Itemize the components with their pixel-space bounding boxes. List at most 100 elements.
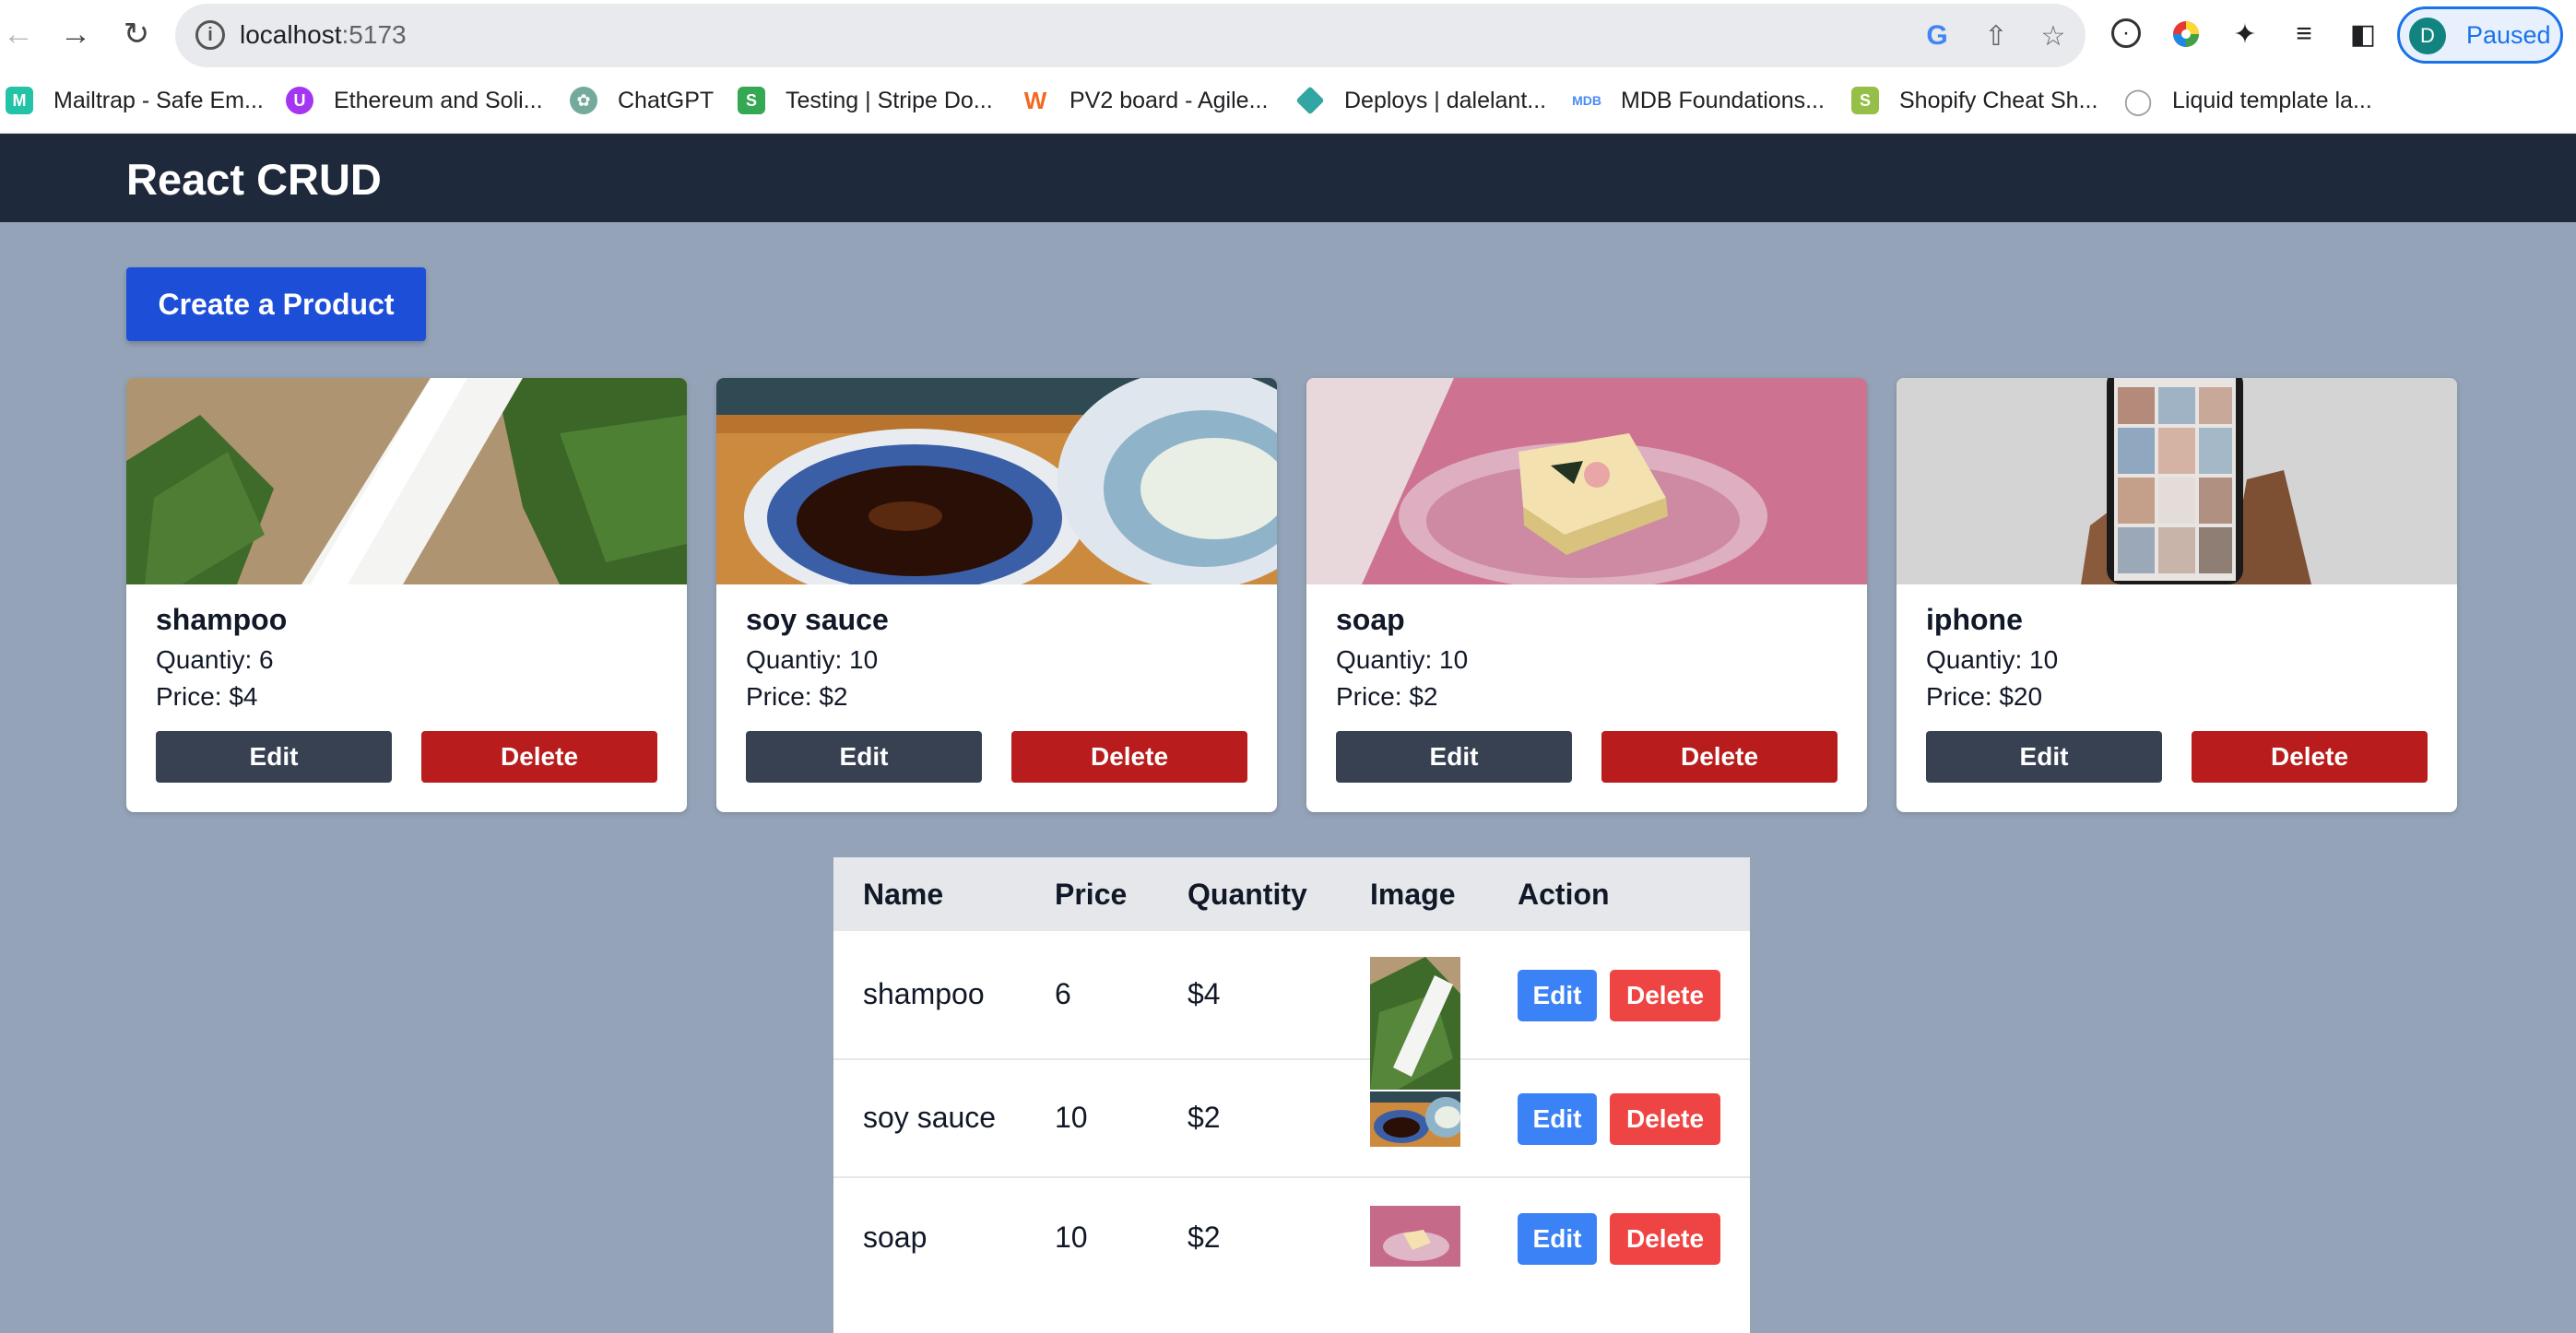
back-arrow-icon[interactable]: ←	[0, 16, 37, 53]
side-panel-icon[interactable]: ◧	[2347, 18, 2379, 50]
bookmark-item[interactable]: W PV2 board - Agile...	[1022, 82, 1269, 119]
product-card: shampoo Quantiy: 6 Price: $4 Edit Delete	[126, 378, 687, 812]
row-image-soy-sauce	[1370, 1091, 1460, 1147]
bookmark-item[interactable]: MDB MDB Foundations...	[1572, 82, 1825, 119]
app-title: React CRUD	[126, 155, 382, 204]
browser-toolbar: ← → ↻ i localhost:5173 G ⇧ ☆ · ✦ ≡ ◧ D P…	[0, 0, 2576, 71]
droplet-icon: ◯	[2123, 86, 2153, 115]
bookmark-item[interactable]: M Mailtrap - Safe Em...	[6, 82, 264, 119]
extension-code-icon[interactable]: ·	[2111, 18, 2141, 48]
app-header: React CRUD	[0, 134, 2576, 222]
product-name: iphone	[1926, 603, 2023, 636]
share-icon[interactable]: ⇧	[1980, 20, 2012, 52]
cell-quantity: $2	[1188, 1221, 1221, 1254]
products-table: Name Price Quantity Image Action shampoo…	[833, 857, 1750, 1333]
bookmark-label: Deploys | dalelant...	[1344, 87, 1547, 113]
bookmark-label: PV2 board - Agile...	[1069, 87, 1269, 113]
product-image-iphone	[1897, 378, 2457, 584]
bookmark-label: MDB Foundations...	[1621, 87, 1825, 113]
reading-list-icon[interactable]: ≡	[2288, 18, 2320, 50]
table-delete-button[interactable]: Delete	[1610, 1213, 1720, 1265]
profile-status: Paused	[2466, 21, 2551, 49]
product-quantity: Quantiy: 10	[746, 645, 879, 674]
puzzle-extensions-icon[interactable]: ✦	[2229, 18, 2261, 50]
row-image-soap	[1370, 1206, 1460, 1267]
product-name: soap	[1336, 603, 1405, 636]
bookmarks-bar: M Mailtrap - Safe Em... U Ethereum and Sol…	[0, 71, 2576, 134]
reload-icon[interactable]: ↻	[118, 16, 155, 53]
product-price: Price: $2	[746, 682, 848, 711]
table-delete-button[interactable]: Delete	[1610, 1093, 1720, 1145]
bookmark-label: Shopify Cheat Sh...	[1899, 87, 2098, 113]
cell-name: soy sauce	[863, 1101, 997, 1134]
bookmark-item[interactable]: S Testing | Stripe Do...	[738, 82, 993, 119]
profile-button[interactable]: D Paused	[2397, 6, 2563, 64]
site-info-icon[interactable]: i	[195, 20, 225, 50]
edit-button[interactable]: Edit	[156, 731, 392, 783]
product-card: soy sauce Quantiy: 10 Price: $2 Edit Del…	[716, 378, 1277, 812]
forward-arrow-icon[interactable]: →	[57, 16, 94, 53]
product-image-soy-sauce	[716, 378, 1277, 584]
product-quantity: Quantiy: 10	[1926, 645, 2059, 674]
product-quantity: Quantiy: 6	[156, 645, 274, 674]
edit-button[interactable]: Edit	[1926, 731, 2162, 783]
edit-button[interactable]: Edit	[1336, 731, 1572, 783]
product-card: iphone Quantiy: 10 Price: $20 Edit Delet…	[1897, 378, 2457, 812]
cell-price: 10	[1055, 1101, 1088, 1134]
table-edit-button[interactable]: Edit	[1518, 1093, 1597, 1145]
delete-button[interactable]: Delete	[2192, 731, 2428, 783]
column-header-quantity: Quantity	[1188, 878, 1307, 911]
cell-name: soap	[863, 1221, 928, 1254]
product-image-shampoo	[126, 378, 687, 584]
chatgpt-icon: ✿	[570, 87, 597, 114]
product-price: Price: $2	[1336, 682, 1438, 711]
table-row: shampoo 6 $4 Edit Delete	[833, 931, 1750, 1090]
product-price: Price: $4	[156, 682, 258, 711]
bookmark-label: Testing | Stripe Do...	[786, 87, 993, 113]
bookmark-star-icon[interactable]: ☆	[2038, 20, 2069, 52]
table-edit-button[interactable]: Edit	[1518, 970, 1597, 1021]
mailtrap-icon: M	[6, 87, 33, 114]
product-card: soap Quantiy: 10 Price: $2 Edit Delete	[1306, 378, 1867, 812]
color-wheel-extension-icon[interactable]	[2170, 18, 2202, 50]
bookmark-label: ChatGPT	[618, 87, 715, 113]
stripe-icon: S	[738, 87, 765, 114]
table-delete-button[interactable]: Delete	[1610, 970, 1720, 1021]
table-edit-button[interactable]: Edit	[1518, 1213, 1597, 1265]
profile-avatar: D	[2409, 18, 2446, 54]
wrike-icon: W	[1023, 86, 1047, 114]
url-port: :5173	[341, 20, 407, 49]
cell-price: 10	[1055, 1221, 1088, 1254]
delete-button[interactable]: Delete	[421, 731, 657, 783]
bookmark-item[interactable]: S Shopify Cheat Sh...	[1851, 82, 2097, 119]
cell-price: 6	[1055, 977, 1071, 1010]
edit-button[interactable]: Edit	[746, 731, 982, 783]
product-name: shampoo	[156, 603, 288, 636]
product-image-soap	[1306, 378, 1867, 584]
bookmark-label: Liquid template la...	[2172, 87, 2372, 113]
product-name: soy sauce	[746, 603, 889, 636]
bookmark-item[interactable]: Deploys | dalelant...	[1295, 82, 1547, 119]
mongodb-icon: MDB	[1572, 93, 1601, 108]
create-product-button[interactable]: Create a Product	[126, 267, 426, 341]
delete-button[interactable]: Delete	[1011, 731, 1247, 783]
address-url[interactable]: localhost:5173	[240, 20, 407, 50]
product-quantity: Quantiy: 10	[1336, 645, 1469, 674]
google-lens-icon[interactable]: G	[1921, 20, 1953, 52]
address-bar[interactable]: i localhost:5173 G ⇧ ☆	[175, 4, 2086, 67]
table-row: soap 10 $2 Edit Delete	[833, 1178, 1750, 1333]
column-header-name: Name	[863, 878, 944, 911]
table-row: soy sauce 10 $2 Edit Delete	[833, 1060, 1750, 1178]
cell-name: shampoo	[863, 977, 985, 1010]
column-header-price: Price	[1055, 878, 1128, 911]
shopify-icon: S	[1851, 87, 1879, 114]
bookmark-item[interactable]: ✿ ChatGPT	[570, 82, 714, 119]
product-price: Price: $20	[1926, 682, 2043, 711]
bookmark-item[interactable]: U Ethereum and Soli...	[286, 82, 543, 119]
netlify-icon	[1295, 86, 1325, 115]
bookmark-item[interactable]: ◯ Liquid template la...	[2123, 82, 2372, 119]
delete-button[interactable]: Delete	[1601, 731, 1837, 783]
bookmark-label: Mailtrap - Safe Em...	[53, 87, 264, 113]
column-header-image: Image	[1370, 878, 1456, 911]
cell-quantity: $2	[1188, 1101, 1221, 1134]
